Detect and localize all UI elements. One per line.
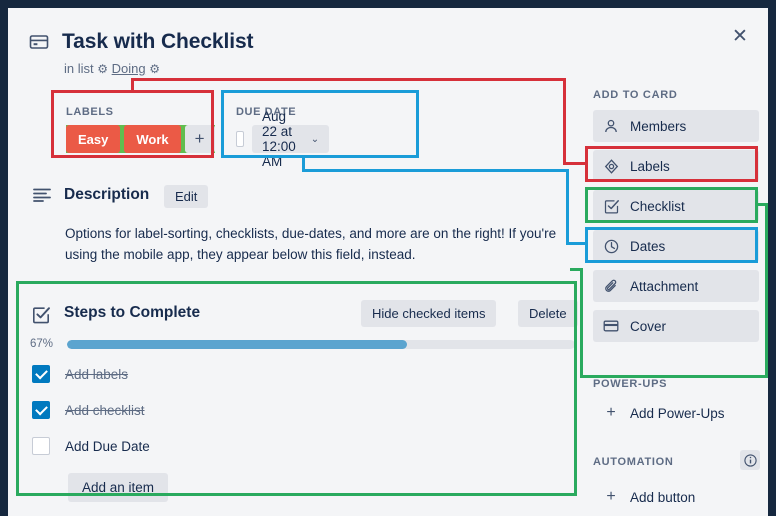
due-date-button[interactable]: Aug 22 at 12:00 AM ⌄	[251, 109, 330, 169]
checklist-item-checkbox-0[interactable]	[32, 365, 50, 383]
add-label-button[interactable]: +	[184, 125, 215, 153]
add-to-card-heading: ADD TO CARD	[593, 89, 678, 101]
sidebar-label-dates: Dates	[630, 238, 666, 254]
in-list-label: in list	[64, 61, 94, 76]
sidebar-label-cover: Cover	[630, 318, 667, 334]
plus-icon-automation: +	[606, 488, 616, 505]
sidebar-item-checklist[interactable]: Checklist	[593, 190, 759, 222]
labels-heading: LABELS	[66, 106, 114, 118]
checklist-item-label-0: Add labels	[65, 366, 129, 382]
add-powerups-button[interactable]: + Add Power-Ups	[593, 399, 759, 427]
label-tag-icon	[603, 158, 619, 174]
checklist-item-1[interactable]: Add checklist	[32, 401, 145, 419]
checklist-icon	[603, 198, 619, 214]
powerups-heading: POWER-UPS	[593, 378, 668, 390]
checklist-item-checkbox-2[interactable]	[32, 437, 50, 455]
due-date-checkbox[interactable]	[236, 131, 244, 147]
description-edit-button[interactable]: Edit	[164, 185, 209, 208]
description-text: Options for label-sorting, checklists, d…	[65, 226, 557, 262]
hide-checked-items-button[interactable]: Hide checked items	[361, 300, 497, 327]
add-button-label: Add button	[630, 489, 696, 505]
sidebar-label-labels: Labels	[630, 158, 670, 174]
due-date-section: DUE DATE Aug 22 at 12:00 AM ⌄	[236, 106, 330, 169]
checklist-progress: 67%	[30, 338, 575, 350]
checklist-item-2[interactable]: Add Due Date	[32, 437, 150, 455]
list-name-link[interactable]: Doing	[112, 61, 146, 76]
cover-icon	[603, 318, 619, 334]
paperclip-icon	[603, 278, 619, 294]
gear-icon-right: ⚙	[149, 62, 160, 76]
add-checklist-item-button[interactable]: Add an item	[68, 473, 169, 502]
clock-icon	[603, 238, 619, 254]
checklist-title: Steps to Complete	[64, 304, 201, 321]
sidebar-label-checklist: Checklist	[630, 198, 685, 214]
card-detail-dialog: Task with Checklist in list ⚙ Doing ⚙ ✕ …	[8, 8, 768, 516]
chevron-down-icon: ⌄	[310, 133, 320, 145]
automation-heading: AUTOMATION	[593, 456, 674, 468]
sidebar-item-attachment[interactable]: Attachment	[593, 270, 759, 302]
add-powerups-label: Add Power-Ups	[630, 405, 725, 421]
labels-section: LABELS Easy Work +	[66, 106, 215, 153]
add-button-button[interactable]: + Add button	[593, 483, 759, 511]
checklist-icon	[32, 306, 50, 324]
close-icon[interactable]: ✕	[726, 22, 754, 50]
sidebar-item-labels[interactable]: Labels	[593, 150, 759, 182]
progress-bar-track	[67, 339, 575, 349]
checklist-item-label-2: Add Due Date	[65, 438, 150, 454]
sidebar-item-dates[interactable]: Dates	[593, 230, 759, 262]
checklist-item-0[interactable]: Add labels	[32, 365, 128, 383]
delete-checklist-button[interactable]: Delete	[518, 300, 578, 327]
card-list-breadcrumb: in list ⚙ Doing ⚙	[64, 61, 160, 76]
checklist-percent-label: 67%	[30, 338, 54, 350]
due-date-row: Aug 22 at 12:00 AM ⌄	[236, 109, 330, 169]
info-icon[interactable]	[740, 450, 760, 470]
description-heading: Description	[64, 186, 150, 203]
card-header: Task with Checklist in list ⚙ Doing ⚙ ✕	[8, 8, 768, 90]
sidebar-item-cover[interactable]: Cover	[593, 310, 759, 342]
sidebar-label-members: Members	[630, 118, 687, 134]
card-window-icon	[29, 32, 49, 52]
card-title: Task with Checklist	[62, 30, 254, 53]
due-date-value: Aug 22 at 12:00 AM	[261, 109, 296, 169]
sidebar-label-attachment: Attachment	[630, 278, 699, 294]
progress-bar-fill	[67, 339, 408, 349]
person-icon	[603, 118, 619, 134]
screen: Task with Checklist in list ⚙ Doing ⚙ ✕ …	[0, 0, 776, 516]
label-chip-list: Easy Work +	[66, 125, 215, 153]
label-chip-easy[interactable]: Easy	[66, 125, 121, 153]
sidebar-item-members[interactable]: Members	[593, 110, 759, 142]
description-lines-icon	[33, 188, 51, 202]
checklist-item-checkbox-1[interactable]	[32, 401, 50, 419]
label-chip-work[interactable]: Work	[124, 125, 181, 153]
checklist-item-label-1: Add checklist	[65, 402, 145, 418]
plus-icon-powerups: +	[606, 404, 616, 421]
gear-icon-left: ⚙	[97, 62, 109, 76]
